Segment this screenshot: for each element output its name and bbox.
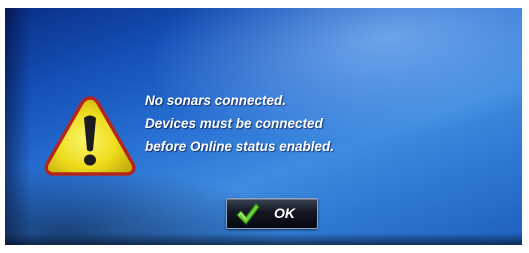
message-line: Devices must be connected [145,116,323,131]
warning-icon [44,96,136,176]
alert-message: No sonars connected. Devices must be con… [145,89,515,158]
check-icon [236,203,260,225]
message-line: No sonars connected. [145,93,287,108]
ok-button-label: OK [274,205,295,221]
alert-dialog: No sonars connected. Devices must be con… [5,8,522,245]
message-line: before Online status enabled. [145,139,335,154]
ok-button[interactable]: OK [226,198,318,229]
